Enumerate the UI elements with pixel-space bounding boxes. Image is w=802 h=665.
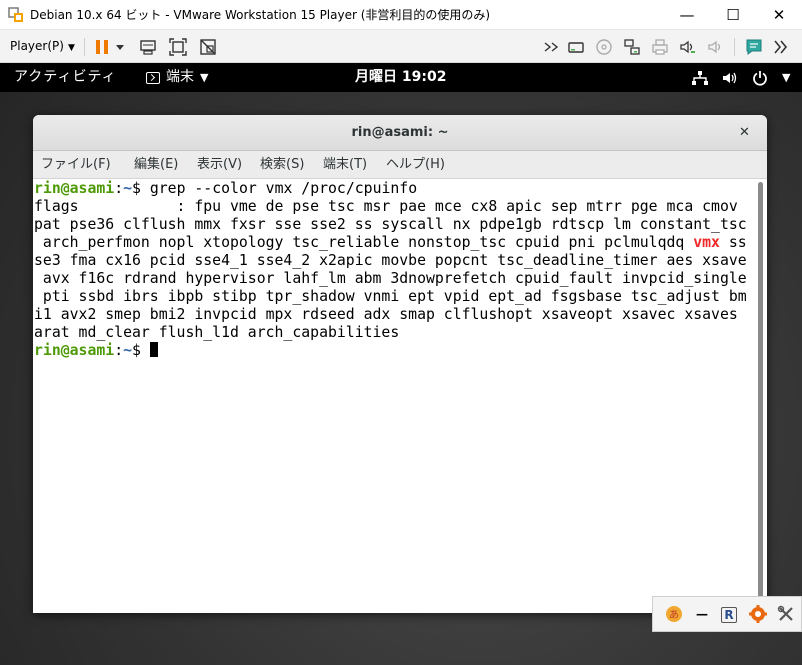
network-icon[interactable] <box>622 37 642 57</box>
prompt-symbol: $ <box>132 180 150 197</box>
output-line-text: ss <box>719 234 747 251</box>
output-line-text: arch_perfmon nopl xtopology tsc_reliable… <box>34 234 694 251</box>
cd-icon[interactable] <box>594 37 614 57</box>
output-line: avx f16c rdrand hypervisor lahf_lm abm 3… <box>34 270 747 287</box>
activities-button[interactable]: アクティビティ <box>14 63 117 92</box>
menu-terminal[interactable]: 端末(T) <box>323 151 367 179</box>
network-wired-icon <box>692 70 708 85</box>
output-line: pat pse36 clflush mmx fxsr sse sse2 ss s… <box>34 216 747 233</box>
ime-toolbar: あ — R <box>652 596 802 632</box>
message-icon[interactable] <box>744 37 764 57</box>
volume-icon <box>723 72 737 83</box>
clock[interactable]: 月曜日 19:02 <box>355 63 446 92</box>
minimize-button[interactable]: — <box>664 0 710 30</box>
grep-match-highlight: vmx <box>693 234 720 251</box>
prompt-colon: : <box>114 180 124 197</box>
terminal-command-line: rin@asami:~$ grep --color vmx /proc/cpui… <box>34 180 417 198</box>
output-line: flags : fpu vme de pse tsc msr pae mce c… <box>34 198 738 215</box>
system-menu[interactable]: ▼ <box>692 63 790 92</box>
terminal-window[interactable]: rin@asami: ~ ✕ ファイル(F) 編集(E) 表示(V) 検索(S)… <box>33 115 767 613</box>
player-menu-label: Player(P) <box>10 39 64 53</box>
menu-file[interactable]: ファイル(F) <box>41 151 111 179</box>
output-line: i1 avx2 smep bmi2 invpcid mpx rdseed adx… <box>34 306 738 323</box>
vmware-help-icon[interactable] <box>772 37 792 57</box>
fullscreen-icon[interactable] <box>168 37 188 57</box>
command-text: grep --color vmx /proc/cpuinfo <box>149 180 418 197</box>
terminal-close-button[interactable]: ✕ <box>739 115 750 151</box>
prompt-user: rin@asami <box>34 180 115 197</box>
terminal-icon <box>146 71 160 84</box>
audio-icon[interactable] <box>706 37 726 57</box>
vmware-toolbar: Player(P) ▼ <box>0 30 802 63</box>
scrollbar[interactable] <box>755 179 767 613</box>
chevron-down-icon: ▼ <box>200 71 209 84</box>
ime-dash-icon[interactable]: — <box>693 605 711 623</box>
text-cursor <box>149 342 158 357</box>
prompt-user: rin@asami <box>34 342 115 359</box>
gnome-top-bar: アクティビティ 端末 ▼ 月曜日 19:02 ▼ <box>0 63 802 92</box>
menu-view[interactable]: 表示(V) <box>197 151 242 179</box>
chevron-down-icon: ▼ <box>67 43 75 53</box>
terminal-menubar: ファイル(F) 編集(E) 表示(V) 検索(S) 端末(T) ヘルプ(H) <box>33 151 767 179</box>
expand-icon[interactable] <box>542 37 562 57</box>
unity-icon[interactable] <box>198 37 218 57</box>
menu-help[interactable]: ヘルプ(H) <box>386 151 445 179</box>
vmware-app-icon <box>8 7 24 23</box>
ime-tools-icon[interactable] <box>777 605 795 623</box>
prompt-colon: : <box>114 342 124 359</box>
power-icon <box>753 70 767 86</box>
output-line: arch_perfmon nopl xtopology tsc_reliable… <box>34 234 747 252</box>
scrollbar-thumb[interactable] <box>758 182 763 602</box>
prompt-path: ~ <box>123 342 133 359</box>
ime-mode-icon[interactable]: あ <box>665 605 683 623</box>
menu-edit[interactable]: 編集(E) <box>134 151 178 179</box>
svg-text:あ: あ <box>669 609 679 621</box>
output-line: pti ssbd ibrs ibpb stibp tpr_shadow vnmi… <box>34 288 747 305</box>
app-menu-label: 端末 <box>166 69 194 85</box>
close-icon: ✕ <box>772 6 786 24</box>
prompt-symbol: $ <box>132 342 150 359</box>
maximize-button[interactable]: ☐ <box>710 0 756 30</box>
pause-dropdown-icon[interactable] <box>114 37 126 57</box>
output-line: se3 fma cx16 pcid sse4_1 sse4_2 x2apic m… <box>34 252 747 269</box>
prompt-path: ~ <box>123 180 133 197</box>
terminal-prompt-line: rin@asami:~$ <box>34 342 158 360</box>
close-window-button[interactable]: ✕ <box>756 0 802 30</box>
ime-r-icon[interactable]: R <box>721 607 737 623</box>
chevron-down-icon: ▼ <box>782 71 791 84</box>
window-titlebar[interactable]: Debian 10.x 64 ビット - VMware Workstation … <box>0 0 802 30</box>
terminal-output[interactable]: rin@asami:~$ grep --color vmx /proc/cpui… <box>33 179 755 613</box>
player-menu[interactable]: Player(P) ▼ <box>10 30 75 65</box>
send-ctrl-alt-del-icon[interactable] <box>138 37 158 57</box>
output-line: arat md_clear flush_l1d arch_capabilitie… <box>34 324 400 341</box>
close-icon: ✕ <box>739 125 750 140</box>
terminal-title: rin@asami: ~ <box>351 125 449 140</box>
pause-icon[interactable] <box>92 37 112 57</box>
maximize-icon: ☐ <box>726 6 740 24</box>
window-title: Debian 10.x 64 ビット - VMware Workstation … <box>30 8 491 22</box>
sound-icon[interactable] <box>678 37 698 57</box>
printer-icon[interactable] <box>650 37 670 57</box>
ime-gear-icon[interactable] <box>749 605 767 623</box>
app-menu-terminal[interactable]: 端末 ▼ <box>146 63 208 92</box>
toolbar-divider <box>84 38 85 56</box>
toolbar-divider <box>734 38 735 56</box>
hard-disk-icon[interactable] <box>566 37 586 57</box>
minimize-icon: — <box>679 6 695 24</box>
menu-search[interactable]: 検索(S) <box>260 151 304 179</box>
terminal-titlebar[interactable]: rin@asami: ~ ✕ <box>33 115 767 151</box>
